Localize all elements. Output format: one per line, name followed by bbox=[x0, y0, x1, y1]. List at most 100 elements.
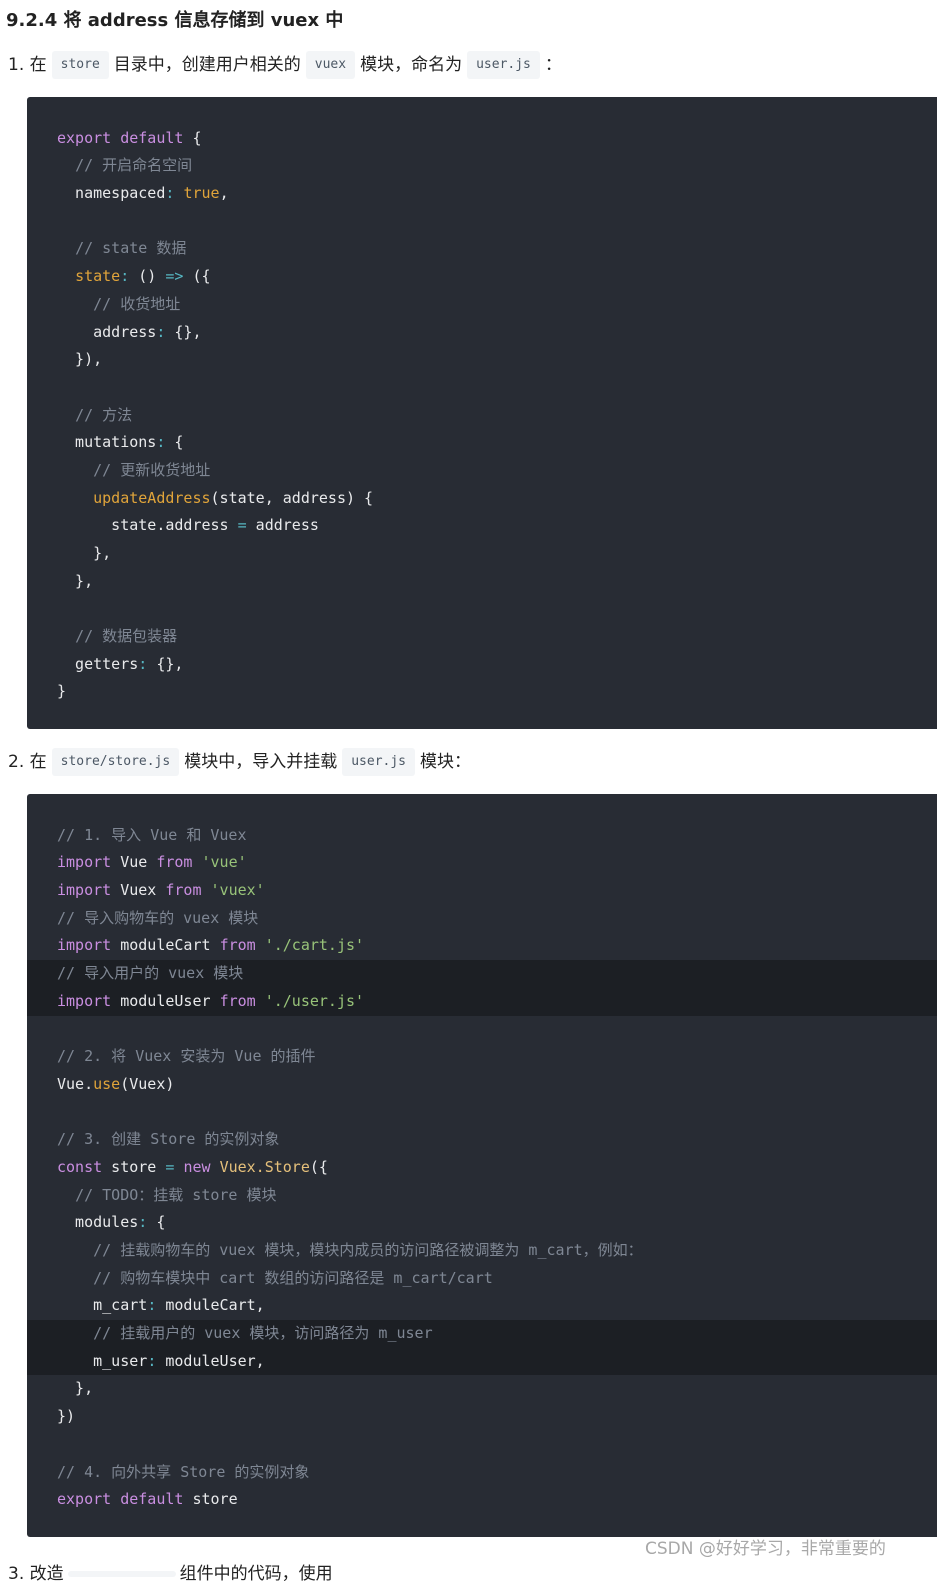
step-text: 模块： bbox=[420, 752, 472, 772]
section-heading: 9.2.4 将 address 信息存储到 vuex 中 bbox=[6, 10, 344, 31]
code-line: updateAddress(state, address) { bbox=[27, 485, 937, 513]
code-token: { bbox=[183, 128, 202, 147]
code-token: store bbox=[183, 1490, 238, 1509]
step-text: 改造 bbox=[29, 1564, 64, 1581]
code-token: m_user bbox=[57, 1351, 148, 1370]
code-token: moduleCart bbox=[111, 936, 220, 955]
code-token: (state, address) { bbox=[210, 488, 374, 507]
step-text: 在 bbox=[29, 55, 47, 75]
code-token: (Vuex) bbox=[120, 1074, 175, 1093]
step-text: ： bbox=[544, 55, 562, 75]
code-token: Vue. bbox=[57, 1074, 94, 1093]
code-token: }), bbox=[57, 350, 103, 369]
code-token: export bbox=[57, 128, 112, 147]
code-line: // 购物车模块中 cart 数组的访问路径是 m_cart/cart bbox=[27, 1265, 937, 1293]
code-token: const bbox=[57, 1157, 103, 1176]
inline-code: user.js bbox=[467, 51, 540, 79]
code-token: from bbox=[156, 853, 193, 872]
code-line: const store = new Vuex.Store({ bbox=[27, 1154, 937, 1182]
inline-code: vuex bbox=[305, 51, 356, 79]
code-token: from bbox=[219, 991, 256, 1010]
csdn-watermark: CSDN @好好学习，非常重要的 bbox=[645, 1539, 886, 1559]
code-token: : bbox=[120, 267, 130, 286]
code-token: Vue bbox=[111, 853, 157, 872]
code-line: // 收货地址 bbox=[27, 291, 937, 319]
code-token: import bbox=[57, 881, 112, 900]
code-line: // 导入购物车的 vuex 模块 bbox=[27, 905, 937, 933]
code-token: // 挂载购物车的 vuex 模块，模块内成员的访问路径被调整为 m_cart，… bbox=[93, 1241, 643, 1259]
step-2-text: 2. 在 store/store.js 模块中，导入并挂载 user.js 模块： bbox=[8, 747, 471, 777]
code-token: // 收货地址 bbox=[93, 294, 181, 313]
code-token: address bbox=[57, 322, 157, 341]
code-line: import moduleUser from './user.js' bbox=[27, 987, 937, 1016]
code-token: } bbox=[57, 682, 67, 701]
code-token: // 2. 将 Vuex 安装为 Vue 的插件 bbox=[57, 1047, 316, 1066]
step-text: 在 bbox=[29, 752, 47, 772]
code-line: // state 数据 bbox=[27, 235, 937, 263]
code-line: }, bbox=[27, 540, 937, 568]
code-token: './cart.js' bbox=[264, 936, 365, 955]
code-token: , bbox=[219, 184, 229, 203]
inline-code bbox=[67, 1571, 176, 1577]
code-token: state bbox=[75, 267, 121, 286]
step-text: 组件中的代码，使用 bbox=[179, 1564, 333, 1581]
code-line: state.address = address bbox=[27, 512, 937, 540]
code-token: }, bbox=[57, 544, 112, 562]
code-token: export bbox=[57, 1490, 112, 1509]
code-token: mutations bbox=[57, 433, 157, 452]
code-token: // 导入用户的 vuex 模块 bbox=[57, 964, 244, 983]
step-text: 目录中，创建用户相关的 bbox=[113, 55, 301, 75]
code-token: // state 数据 bbox=[75, 239, 187, 258]
code-line: // TODO：挂载 store 模块 bbox=[27, 1182, 937, 1210]
code-line: m_user: moduleUser, bbox=[27, 1347, 937, 1376]
code-line: // 开启命名空间 bbox=[27, 152, 937, 180]
code-token: moduleUser bbox=[111, 991, 220, 1010]
code-line: import moduleCart from './cart.js' bbox=[27, 932, 937, 960]
code-token: from bbox=[219, 936, 256, 955]
code-line: // 数据包装器 bbox=[27, 623, 937, 651]
inline-code: store bbox=[51, 51, 109, 79]
code-line: modules: { bbox=[27, 1209, 937, 1237]
code-line: export default store bbox=[27, 1486, 937, 1514]
code-token: { bbox=[147, 1213, 166, 1232]
code-token: moduleUser, bbox=[156, 1351, 265, 1370]
code-line: // 方法 bbox=[27, 402, 937, 430]
code-line: // 1. 导入 Vue 和 Vuex bbox=[27, 822, 937, 850]
code-token: () bbox=[129, 267, 166, 286]
code-block-user-js[interactable]: export default { // 开启命名空间 namespaced: t… bbox=[27, 97, 937, 729]
code-line: // 挂载用户的 vuex 模块，访问路径为 m_user bbox=[27, 1320, 937, 1348]
code-token: address bbox=[246, 516, 319, 535]
code-line: address: {}, bbox=[27, 319, 937, 347]
code-token: = bbox=[237, 516, 247, 535]
code-line: Vue.use(Vuex) bbox=[27, 1071, 937, 1099]
code-token: import bbox=[57, 853, 112, 872]
code-line: }) bbox=[27, 1403, 937, 1431]
code-token: ({ bbox=[183, 267, 211, 286]
code-token: getters bbox=[57, 654, 139, 673]
code-line: }, bbox=[27, 1375, 937, 1403]
code-block-store-js[interactable]: // 1. 导入 Vue 和 Vuex import Vue from 'vue'… bbox=[27, 794, 937, 1537]
code-token: moduleCart, bbox=[156, 1296, 265, 1315]
code-token: : bbox=[147, 1296, 157, 1315]
code-token: new bbox=[183, 1157, 211, 1176]
code-line: import Vuex from 'vuex' bbox=[27, 877, 937, 905]
code-token: Vuex bbox=[111, 881, 166, 900]
